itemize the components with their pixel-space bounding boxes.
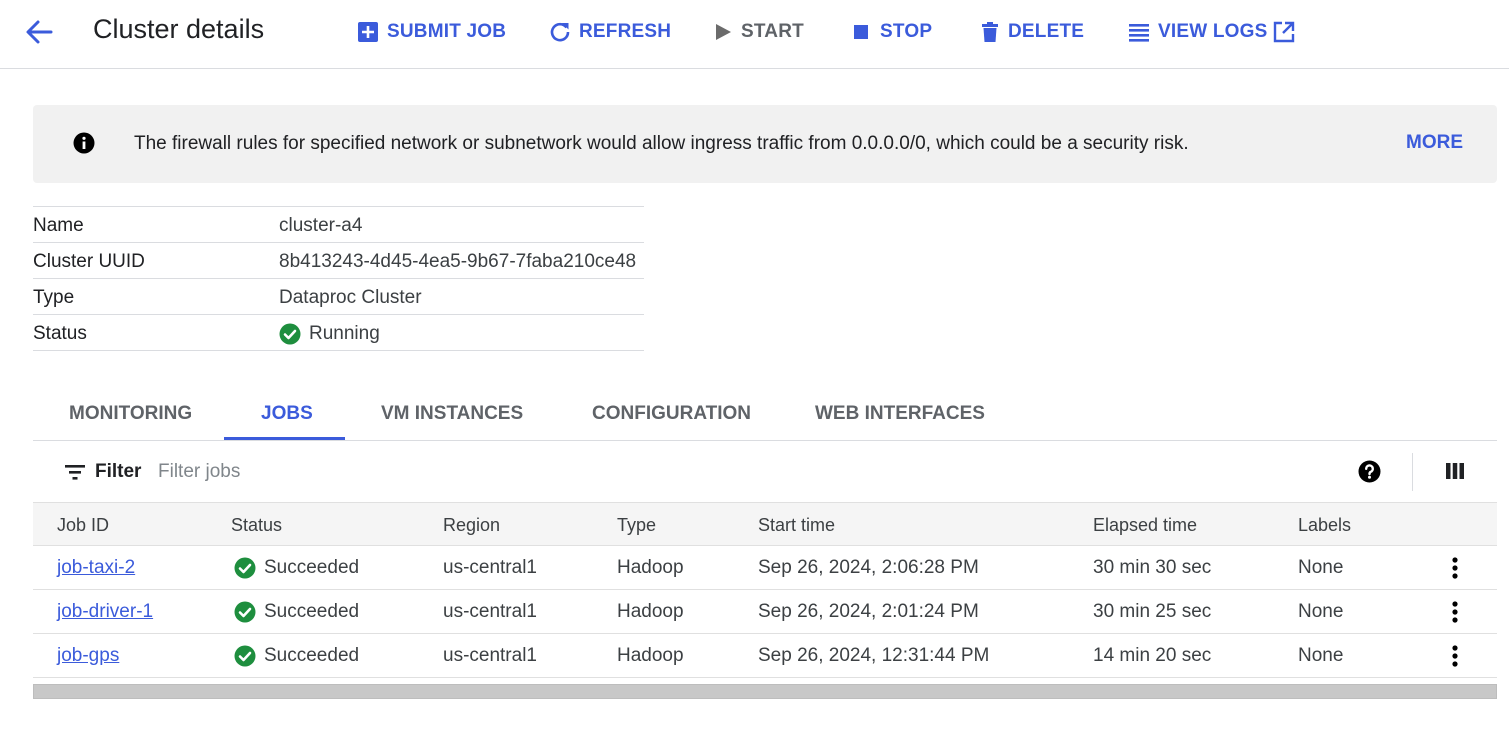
info-icon [73,132,95,154]
job-status-text: Succeeded [264,557,360,578]
job-status-text: Succeeded [264,601,360,622]
page-header: Cluster details SUBMIT JOB REFRESH START… [0,0,1509,69]
active-tab-indicator [224,437,345,440]
start-label: START [741,21,804,42]
toolbar-divider [1412,453,1413,491]
delete-button[interactable]: DELETE [980,18,1084,46]
check-circle-icon [234,645,256,667]
cluster-tabs: MONITORING JOBS VM INSTANCES CONFIGURATI… [33,388,1497,441]
start-button[interactable]: START [713,18,804,46]
job-id-link[interactable]: job-driver-1 [57,601,153,623]
view-logs-label: VIEW LOGS [1158,21,1268,42]
arrow-back-icon [26,20,53,44]
job-labels: None [1298,645,1344,666]
job-id-link[interactable]: job-gps [57,645,119,667]
refresh-button[interactable]: REFRESH [549,18,671,46]
tab-vm-instances[interactable]: VM INSTANCES [381,403,523,425]
job-region: us-central1 [443,645,537,666]
detail-row-name: Name cluster-a4 [33,207,644,243]
help-icon[interactable] [1358,460,1381,483]
job-region: us-central1 [443,601,537,622]
filter-jobs-input[interactable] [158,458,558,486]
column-header-labels[interactable]: Labels [1298,515,1351,536]
more-vert-icon[interactable] [1445,600,1465,624]
check-circle-icon [234,557,256,579]
detail-row-type: Type Dataproc Cluster [33,279,644,315]
job-status-text: Succeeded [264,645,360,666]
play-icon [716,24,731,40]
security-warning-banner: The firewall rules for specified network… [33,105,1497,183]
column-header-status[interactable]: Status [231,515,282,536]
job-elapsed-time: 14 min 20 sec [1093,645,1212,666]
job-status: Succeeded [234,557,359,579]
column-header-job-id[interactable]: Job ID [57,515,109,536]
check-circle-icon [279,323,301,345]
stop-icon [854,25,868,39]
tab-monitoring[interactable]: MONITORING [69,403,192,425]
job-elapsed-time: 30 min 30 sec [1093,557,1212,578]
page-title: Cluster details [93,14,265,44]
stop-label: STOP [880,21,933,42]
banner-message: The firewall rules for specified network… [134,133,1189,154]
column-header-type[interactable]: Type [617,515,656,536]
horizontal-scrollbar[interactable] [33,684,1497,699]
banner-more-button[interactable]: MORE [1406,132,1463,154]
list-icon [1129,24,1149,42]
detail-row-status: Status Running [33,315,644,351]
jobs-filter-bar: Filter [33,442,1497,502]
detail-value: cluster-a4 [279,215,363,236]
refresh-label: REFRESH [579,21,672,42]
job-status: Succeeded [234,645,359,667]
table-row: job-gps Succeeded us-central1 Hadoop Sep… [33,634,1497,678]
filter-label: Filter [95,461,142,482]
table-header-row: Job ID Status Region Type Start time Ela… [33,502,1497,546]
job-region: us-central1 [443,557,537,578]
filter-icon [65,465,85,480]
job-type: Hadoop [617,557,684,578]
delete-label: DELETE [1008,21,1085,42]
job-type: Hadoop [617,645,684,666]
detail-row-uuid: Cluster UUID 8b413243-4d45-4ea5-9b67-7fa… [33,243,644,279]
column-header-region[interactable]: Region [443,515,500,536]
column-header-elapsed-time[interactable]: Elapsed time [1093,515,1197,536]
job-start-time: Sep 26, 2024, 12:31:44 PM [758,645,990,666]
more-vert-icon[interactable] [1445,644,1465,668]
detail-value: Dataproc Cluster [279,287,422,308]
status-text: Running [309,323,380,344]
table-row: job-taxi-2 Succeeded us-central1 Hadoop … [33,546,1497,590]
submit-job-button[interactable]: SUBMIT JOB [357,18,506,46]
check-circle-icon [234,601,256,623]
job-status: Succeeded [234,601,359,623]
job-type: Hadoop [617,601,684,622]
tab-configuration[interactable]: CONFIGURATION [592,403,751,425]
detail-key: Status [33,323,87,344]
detail-key: Cluster UUID [33,251,145,272]
detail-status-value: Running [279,323,380,345]
submit-job-label: SUBMIT JOB [387,21,507,42]
column-display-icon[interactable] [1445,462,1465,480]
tab-web-interfaces[interactable]: WEB INTERFACES [815,403,985,425]
job-elapsed-time: 30 min 25 sec [1093,601,1212,622]
job-labels: None [1298,601,1344,622]
view-logs-button[interactable]: VIEW LOGS [1128,18,1295,46]
cluster-details-table: Name cluster-a4 Cluster UUID 8b413243-4d… [33,206,644,351]
add-box-icon [358,22,378,42]
stop-button[interactable]: STOP [852,18,932,46]
detail-key: Name [33,215,84,236]
job-id-link[interactable]: job-taxi-2 [57,557,135,579]
job-labels: None [1298,557,1344,578]
job-start-time: Sep 26, 2024, 2:06:28 PM [758,557,979,578]
refresh-icon [550,22,570,42]
detail-value: 8b413243-4d45-4ea5-9b67-7faba210ce48 [279,251,637,272]
jobs-table: Job ID Status Region Type Start time Ela… [33,502,1497,678]
trash-icon [982,22,998,42]
more-vert-icon[interactable] [1445,556,1465,580]
table-row: job-driver-1 Succeeded us-central1 Hadoo… [33,590,1497,634]
tab-jobs[interactable]: JOBS [261,403,313,425]
open-in-new-icon [1274,21,1295,43]
detail-key: Type [33,287,75,308]
back-button[interactable] [24,18,54,46]
column-header-start-time[interactable]: Start time [758,515,835,536]
job-start-time: Sep 26, 2024, 2:01:24 PM [758,601,979,622]
